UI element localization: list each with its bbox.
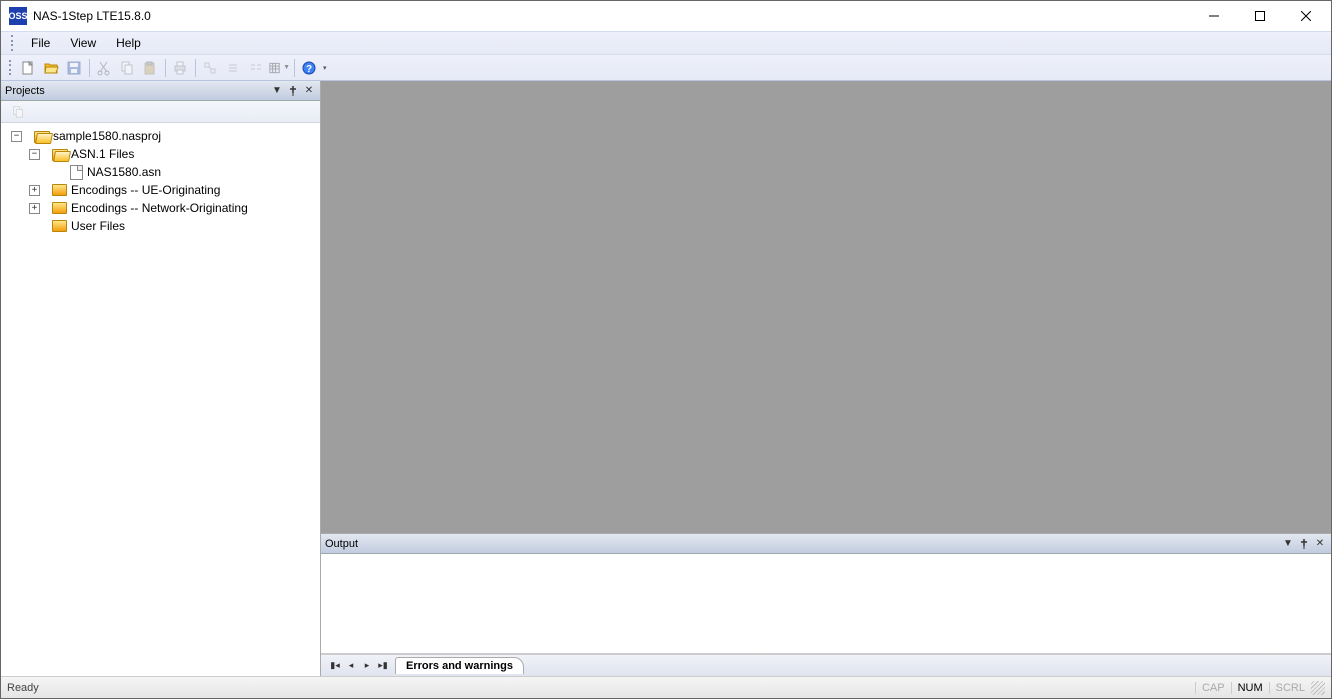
output-tabs: ▮◂ ◂ ▸ ▸▮ Errors and warnings (321, 654, 1331, 676)
toolbar-grip[interactable] (9, 60, 13, 76)
tree-item[interactable]: − sample1580.nasproj (3, 127, 318, 145)
svg-text:?: ? (306, 64, 312, 75)
tree-item-label: NAS1580.asn (87, 165, 161, 179)
tree-item-label: Encodings -- UE-Originating (71, 183, 220, 197)
menubar: File View Help (1, 31, 1331, 55)
tree-item-label: ASN.1 Files (71, 147, 134, 161)
statusbar: Ready CAP NUM SCRL (1, 676, 1331, 698)
panel-close-icon[interactable]: ✕ (302, 84, 316, 98)
tree-item-label: sample1580.nasproj (53, 129, 161, 143)
collapse-icon[interactable]: − (29, 149, 40, 160)
panel-pin-icon[interactable] (286, 84, 300, 98)
output-panel-title: Output (325, 538, 1279, 550)
print-icon[interactable] (169, 57, 191, 79)
tab-next-icon[interactable]: ▸ (359, 658, 375, 674)
open-folder-icon[interactable] (40, 57, 62, 79)
output-dropdown-icon[interactable]: ▼ (1281, 537, 1295, 551)
save-icon[interactable] (63, 57, 85, 79)
toolbar-overflow-icon[interactable]: ▾ (323, 64, 327, 72)
folder-open-icon (52, 148, 67, 160)
menu-view[interactable]: View (60, 33, 106, 53)
projects-panel-title: Projects (5, 85, 268, 97)
resize-grip-icon[interactable] (1311, 681, 1325, 695)
projects-panel: Projects ▼ ✕ − sample1580.nasproj − ASN.1 F… (1, 81, 321, 676)
file-icon (70, 165, 83, 180)
tree-item-label: User Files (71, 219, 125, 233)
paste-icon[interactable] (139, 57, 161, 79)
tool-b-icon[interactable] (222, 57, 244, 79)
close-button[interactable] (1283, 1, 1329, 31)
output-pin-icon[interactable] (1297, 537, 1311, 551)
output-content (321, 554, 1331, 654)
titlebar: OSS NAS-1Step LTE15.8.0 (1, 1, 1331, 31)
help-icon[interactable]: ? (298, 57, 320, 79)
tool-grid-icon[interactable]: ▼ (268, 57, 290, 79)
projects-panel-header: Projects ▼ ✕ (1, 81, 320, 101)
copy-icon[interactable] (116, 57, 138, 79)
folder-open-icon (34, 130, 49, 142)
tool-a-icon[interactable] (199, 57, 221, 79)
tree-spacer (29, 221, 40, 232)
maximize-button[interactable] (1237, 1, 1283, 31)
tree-item[interactable]: + Encodings -- UE-Originating (3, 181, 318, 199)
tree-item[interactable]: + Encodings -- Network-Originating (3, 199, 318, 217)
app-icon: OSS (9, 7, 27, 25)
projects-copy-icon[interactable] (7, 101, 29, 123)
tab-first-icon[interactable]: ▮◂ (327, 658, 343, 674)
menu-grip[interactable] (11, 35, 15, 51)
toolbar: ▼ ? ▾ (1, 55, 1331, 81)
tree-item-label: Encodings -- Network-Originating (71, 201, 248, 215)
window-title: NAS-1Step LTE15.8.0 (33, 9, 1191, 23)
status-scrl: SCRL (1269, 682, 1311, 694)
menu-file[interactable]: File (21, 33, 60, 53)
status-num: NUM (1231, 682, 1269, 694)
output-close-icon[interactable]: ✕ (1313, 537, 1327, 551)
status-cap: CAP (1195, 682, 1231, 694)
expand-icon[interactable]: + (29, 185, 40, 196)
tree-spacer (47, 167, 58, 178)
tab-last-icon[interactable]: ▸▮ (375, 658, 391, 674)
status-text: Ready (7, 682, 1195, 694)
folder-closed-icon (52, 184, 67, 196)
minimize-button[interactable] (1191, 1, 1237, 31)
output-panel: Output ▼ ✕ ▮◂ ◂ ▸ ▸▮ Errors and warnings (321, 533, 1331, 676)
panel-dropdown-icon[interactable]: ▼ (270, 84, 284, 98)
tree-item[interactable]: User Files (3, 217, 318, 235)
tree-item[interactable]: NAS1580.asn (3, 163, 318, 181)
new-file-icon[interactable] (17, 57, 39, 79)
tab-prev-icon[interactable]: ◂ (343, 658, 359, 674)
tab-errors-warnings[interactable]: Errors and warnings (395, 657, 524, 674)
menu-help[interactable]: Help (106, 33, 151, 53)
cut-icon[interactable] (93, 57, 115, 79)
tool-c-icon[interactable] (245, 57, 267, 79)
project-tree[interactable]: − sample1580.nasproj − ASN.1 Files NAS1580.a… (1, 123, 320, 676)
output-panel-header: Output ▼ ✕ (321, 534, 1331, 554)
folder-closed-icon (52, 220, 67, 232)
expand-icon[interactable]: + (29, 203, 40, 214)
tree-item[interactable]: − ASN.1 Files (3, 145, 318, 163)
folder-closed-icon (52, 202, 67, 214)
collapse-icon[interactable]: − (11, 131, 22, 142)
editor-area (321, 81, 1331, 533)
projects-toolbar (1, 101, 320, 123)
